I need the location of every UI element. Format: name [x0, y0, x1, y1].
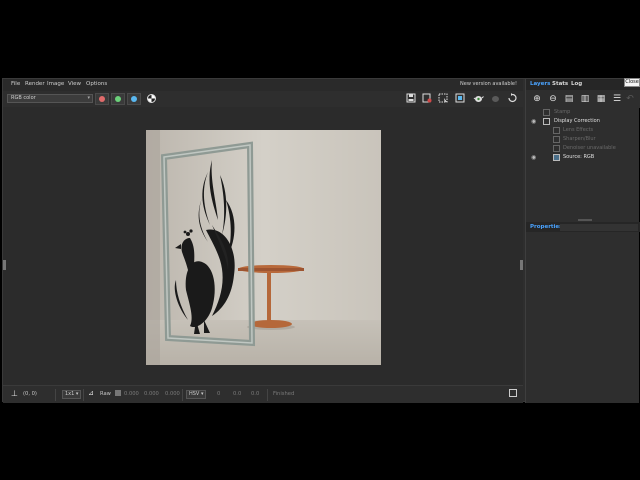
close-tooltip: Close: [624, 78, 640, 87]
menu-view[interactable]: View: [68, 81, 81, 87]
divider: [267, 389, 268, 401]
layer-row[interactable]: Lens Effects: [526, 126, 640, 135]
zoom-select[interactable]: 1x1 ▾: [62, 390, 82, 399]
color-mode-select[interactable]: HSV ▾: [186, 390, 207, 399]
history-icon[interactable]: [509, 389, 517, 397]
raw-b-value: 0.000: [165, 391, 180, 397]
green-channel-button[interactable]: [111, 93, 125, 105]
properties-bar: [560, 224, 638, 231]
tab-layers[interactable]: Layers: [530, 81, 550, 87]
coords-readout: (0, 0): [23, 391, 37, 397]
image-viewport[interactable]: [3, 107, 523, 387]
red-channel-button[interactable]: [95, 93, 109, 105]
layer-icon: [543, 118, 550, 125]
layer-icon: [543, 109, 550, 116]
ruler-icon[interactable]: ⊿: [88, 389, 94, 397]
divider: [55, 389, 56, 401]
tab-stats[interactable]: Stats: [552, 81, 568, 87]
zoom-value: 1x1: [65, 391, 75, 397]
list-icon[interactable]: ☰: [611, 93, 623, 105]
undo-icon: ↶: [626, 94, 634, 104]
copy-layers-icon[interactable]: ▦: [595, 93, 607, 105]
raw-g-value: 0.000: [144, 391, 159, 397]
layer-label: Source: RGB: [563, 154, 595, 160]
color-mode-value: HSV: [189, 391, 200, 397]
new-version-notice[interactable]: New version available!: [460, 81, 517, 87]
hsv-v-value: 0.0: [251, 391, 260, 397]
menu-image[interactable]: Image: [47, 81, 64, 87]
menu-render[interactable]: Render: [25, 81, 45, 87]
save-icon[interactable]: [405, 93, 417, 105]
layer-icon: [553, 145, 560, 152]
eye-icon[interactable]: ◉: [531, 118, 536, 125]
properties-label: Properties: [530, 224, 563, 230]
right-panel: Layers Stats Log ⊕ ⊖ ▤ ▥ ▦ ☰ ↶ Stamp ◉ D…: [525, 79, 640, 403]
toolbar: RGB color ▾: [3, 91, 523, 107]
render-teapot-icon[interactable]: [472, 93, 484, 105]
tab-log[interactable]: Log: [571, 81, 582, 87]
fit-icon[interactable]: [454, 93, 466, 105]
layer-label: Stamp: [554, 109, 571, 115]
delete-layer-icon[interactable]: ⊖: [547, 93, 559, 105]
source-image-icon: [553, 154, 560, 161]
right-panel-splitter[interactable]: [520, 260, 523, 270]
hsv-h-value: 0: [217, 391, 221, 397]
menu-file[interactable]: File: [11, 81, 20, 87]
status-bar: ⊥ (0, 0) 1x1 ▾ ⊿ Raw 0.000 0.000 0.000 H…: [3, 385, 523, 403]
layer-icon: [553, 136, 560, 143]
eye-icon[interactable]: ◉: [531, 154, 536, 161]
alpha-channel-button[interactable]: [147, 94, 156, 103]
menu-bar: File Render Image View Options New versi…: [3, 79, 523, 91]
layer-list: Stamp ◉ Display Correction Lens Effects …: [526, 108, 640, 218]
layer-row[interactable]: ◉ Display Correction: [526, 117, 640, 126]
layer-row[interactable]: Denoiser unavailable: [526, 144, 640, 153]
chevron-down-icon: ▾: [87, 95, 90, 101]
export-icon[interactable]: [421, 93, 433, 105]
add-layer-icon[interactable]: ⊕: [531, 93, 543, 105]
properties-header: Properties: [526, 222, 640, 232]
red-dot-icon: [99, 96, 105, 102]
panel-tabs: Layers Stats Log: [526, 79, 640, 90]
layers-toolbar: ⊕ ⊖ ▤ ▥ ▦ ☰ ↶: [526, 90, 640, 108]
panel-splitter[interactable]: [578, 219, 592, 221]
blue-dot-icon: [131, 96, 137, 102]
frame-buffer-window: File Render Image View Options New versi…: [2, 78, 640, 403]
channel-select[interactable]: RGB color ▾: [7, 94, 93, 103]
render-stop-icon: [489, 93, 501, 105]
rendered-image: [146, 130, 381, 365]
layer-row[interactable]: Sharpen/Blur: [526, 135, 640, 144]
layer-row[interactable]: Stamp: [526, 108, 640, 117]
raw-r-value: 0.000: [124, 391, 139, 397]
layer-label: Lens Effects: [563, 127, 594, 133]
left-panel-handle[interactable]: [3, 260, 6, 270]
channel-select-value: RGB color: [11, 95, 36, 101]
save-layers-icon[interactable]: ▤: [563, 93, 575, 105]
pick-pixel-icon[interactable]: ⊥: [11, 389, 18, 398]
green-dot-icon: [115, 96, 121, 102]
render-status: Finished: [273, 391, 295, 397]
divider: [83, 389, 84, 401]
layer-label: Display Correction: [554, 118, 600, 124]
layer-icon: [553, 127, 560, 134]
region-icon[interactable]: [437, 93, 449, 105]
layer-label: Sharpen/Blur: [563, 136, 596, 142]
hsv-s-value: 0.0: [233, 391, 242, 397]
load-layers-icon[interactable]: ▥: [579, 93, 591, 105]
divider: [182, 389, 183, 401]
raw-label: Raw: [100, 391, 111, 397]
color-swatch: [115, 390, 121, 396]
blue-channel-button[interactable]: [127, 93, 141, 105]
layer-row[interactable]: ◉ Source: RGB: [526, 153, 640, 162]
layer-label: Denoiser unavailable: [563, 145, 616, 151]
menu-options[interactable]: Options: [86, 81, 107, 87]
rerender-icon[interactable]: [506, 93, 518, 105]
